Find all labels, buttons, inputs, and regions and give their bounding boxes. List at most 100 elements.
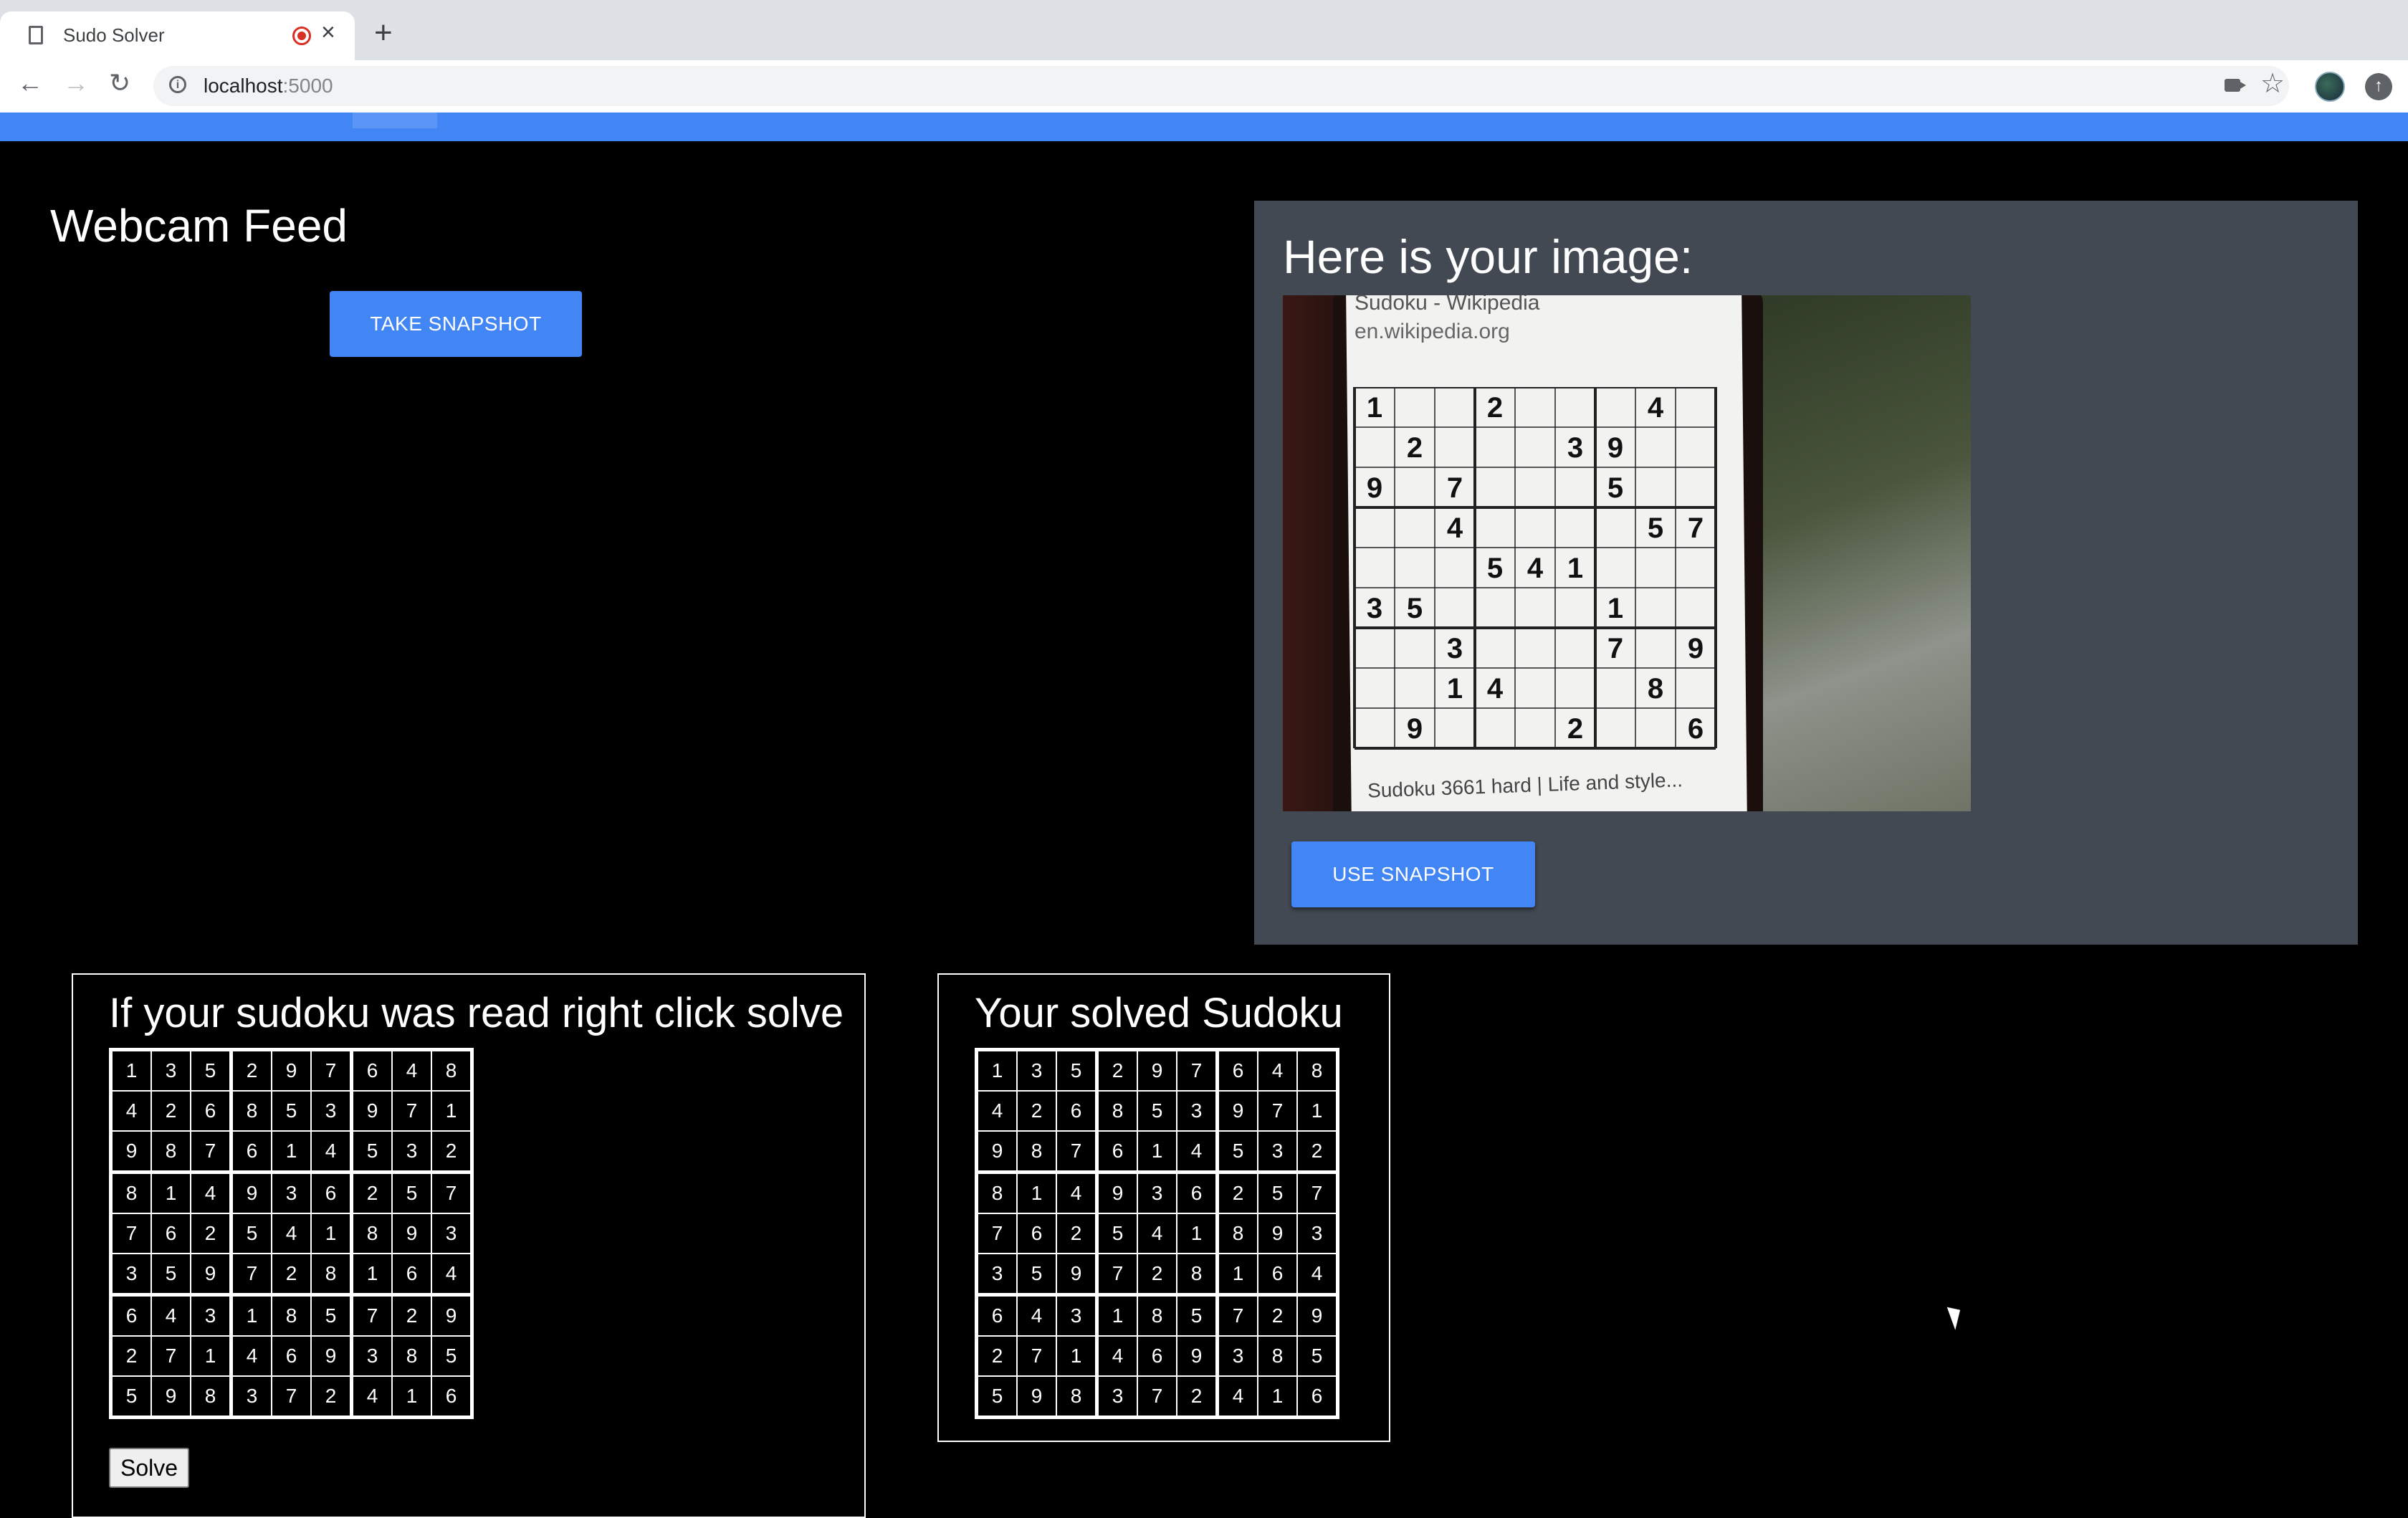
use-snapshot-button[interactable]: USE SNAPSHOT (1291, 841, 1535, 907)
grid-cell: 4 (310, 1130, 353, 1174)
grid-cell: 9 (350, 1090, 393, 1132)
grid-cell: 1 (1257, 1375, 1298, 1418)
photo-given-digit: 1 (1367, 392, 1382, 424)
grid-cell: 5 (1216, 1130, 1258, 1174)
photo-given-digit: 2 (1407, 432, 1423, 464)
grid-cell: 6 (1056, 1090, 1099, 1132)
grid-cell: 1 (1216, 1253, 1258, 1297)
bookmark-star-icon[interactable]: ☆ (2260, 70, 2285, 97)
grid-cell: 2 (1257, 1294, 1298, 1337)
grid-cell: 7 (1137, 1375, 1177, 1418)
mouse-cursor-icon (1946, 1303, 1967, 1330)
close-tab-icon[interactable]: × (321, 20, 335, 44)
grid-cell: 7 (391, 1090, 432, 1132)
grid-cell: 2 (310, 1375, 353, 1418)
photo-given-digit: 9 (1407, 713, 1423, 745)
address-bar[interactable]: i localhost:5000 ☆ (153, 66, 2289, 106)
photo-given-digit: 9 (1367, 472, 1382, 504)
url-host: localhost (204, 75, 283, 97)
grid-cell: 2 (391, 1294, 432, 1337)
grid-cell: 3 (1056, 1294, 1099, 1337)
photo-given-digit: 6 (1688, 713, 1704, 745)
photo-caption-url: en.wikipedia.org (1354, 320, 1510, 343)
grid-row: 643185729 (975, 1294, 1339, 1337)
grid-cell: 9 (310, 1335, 353, 1377)
grid-cell: 4 (975, 1090, 1018, 1132)
grid-cell: 5 (1137, 1090, 1177, 1132)
grid-row: 814936257 (975, 1171, 1339, 1214)
grid-cell: 6 (190, 1090, 233, 1132)
grid-cell: 3 (310, 1090, 353, 1132)
grid-cell: 4 (1056, 1171, 1099, 1214)
grid-cell: 4 (1096, 1335, 1138, 1377)
grid-cell: 8 (271, 1294, 312, 1337)
grid-cell: 8 (1257, 1335, 1298, 1377)
grid-cell: 1 (110, 1049, 152, 1092)
grid-cell: 1 (1056, 1335, 1099, 1377)
photo-given-digit: 3 (1567, 432, 1583, 464)
new-tab-icon[interactable]: + (374, 17, 393, 49)
browser-tab[interactable]: Sudo Solver × (0, 11, 355, 60)
snapshot-panel: Here is your image: Sudoku - Wikipedia e… (1254, 201, 2358, 945)
grid-cell: 1 (350, 1253, 393, 1297)
grid-cell: 8 (975, 1171, 1018, 1214)
take-snapshot-button[interactable]: TAKE SNAPSHOT (330, 291, 582, 357)
grid-cell: 1 (1016, 1171, 1057, 1214)
photo-given-digit: 7 (1688, 512, 1704, 544)
grid-cell: 6 (150, 1213, 191, 1254)
grid-cell: 2 (1296, 1130, 1339, 1174)
photo-given-digit: 4 (1648, 392, 1664, 424)
grid-cell: 4 (110, 1090, 152, 1132)
grid-cell: 9 (1056, 1253, 1099, 1297)
grid-row: 271469385 (975, 1335, 1339, 1377)
solve-button[interactable]: Solve (109, 1448, 189, 1488)
photo-given-digit: 5 (1487, 553, 1503, 584)
grid-cell: 4 (1137, 1213, 1177, 1254)
photo-given-digit: 3 (1367, 593, 1382, 624)
grid-cell: 6 (271, 1335, 312, 1377)
forward-icon[interactable]: → (63, 70, 89, 96)
grid-cell: 8 (1176, 1253, 1219, 1297)
grid-cell: 2 (1176, 1375, 1219, 1418)
grid-row: 598372416 (975, 1375, 1339, 1418)
reload-icon[interactable]: ↻ (109, 70, 130, 96)
grid-row: 598372416 (110, 1375, 473, 1418)
back-icon[interactable]: ← (17, 70, 43, 96)
grid-cell: 6 (1137, 1335, 1177, 1377)
grid-cell: 3 (1296, 1213, 1339, 1254)
webcam-feed-title: Webcam Feed (50, 200, 348, 252)
update-icon[interactable]: ↑ (2365, 73, 2392, 100)
grid-cell: 4 (271, 1213, 312, 1254)
photo-given-digit: 4 (1447, 512, 1463, 544)
profile-avatar[interactable] (2315, 72, 2345, 102)
grid-cell: 6 (1257, 1253, 1298, 1297)
grid-cell: 5 (230, 1213, 272, 1254)
grid-cell: 4 (1257, 1049, 1298, 1092)
grid-cell: 3 (391, 1130, 432, 1174)
grid-cell: 6 (975, 1294, 1018, 1337)
grid-cell: 1 (271, 1130, 312, 1174)
grid-cell: 2 (110, 1335, 152, 1377)
read-sudoku-box: If your sudoku was read right click solv… (72, 973, 866, 1518)
grid-cell: 8 (1056, 1375, 1099, 1418)
grid-cell: 9 (1257, 1213, 1298, 1254)
grid-cell: 6 (110, 1294, 152, 1337)
site-info-icon[interactable]: i (169, 76, 186, 93)
grid-cell: 8 (1096, 1090, 1138, 1132)
camera-in-use-icon[interactable] (2225, 79, 2246, 92)
grid-cell: 2 (150, 1090, 191, 1132)
grid-cell: 6 (1016, 1213, 1057, 1254)
url-port: :5000 (282, 75, 333, 97)
photo-given-digit: 1 (1607, 593, 1623, 624)
grid-cell: 5 (1096, 1213, 1138, 1254)
grid-cell: 5 (190, 1049, 233, 1092)
grid-row: 359728164 (975, 1253, 1339, 1297)
photo-given-digit: 5 (1648, 512, 1663, 544)
grid-cell: 5 (431, 1335, 473, 1377)
grid-cell: 8 (1137, 1294, 1177, 1337)
grid-cell: 7 (1176, 1049, 1219, 1092)
grid-cell: 7 (310, 1049, 353, 1092)
grid-cell: 4 (190, 1171, 233, 1214)
grid-cell: 3 (1176, 1090, 1219, 1132)
grid-cell: 9 (1176, 1335, 1219, 1377)
